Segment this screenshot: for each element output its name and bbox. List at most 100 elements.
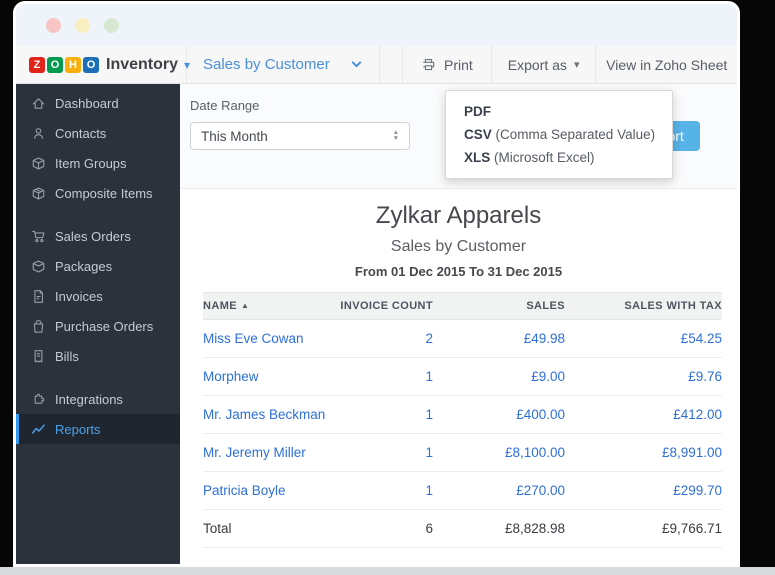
column-header-sales[interactable]: SALES xyxy=(433,293,565,320)
sidebar-item-composite-items[interactable]: Composite Items xyxy=(16,178,180,208)
sales-with-tax-value[interactable]: £8,991.00 xyxy=(565,434,722,472)
zoom-window-button[interactable] xyxy=(104,18,119,33)
person-icon xyxy=(31,126,46,141)
invoice-count-link[interactable]: 1 xyxy=(338,396,433,434)
sales-value[interactable]: £400.00 xyxy=(433,396,565,434)
invoice-count-link[interactable]: 1 xyxy=(338,358,433,396)
sidebar-item-contacts[interactable]: Contacts xyxy=(16,118,180,148)
date-range-select[interactable]: This Month ▲▼ xyxy=(190,122,410,150)
export-as-label: Export as xyxy=(508,57,567,73)
bag-icon xyxy=(31,319,46,334)
home-icon xyxy=(31,96,46,111)
sidebar-item-label: Packages xyxy=(55,259,112,274)
chevron-down-icon xyxy=(350,58,363,71)
product-name: Inventory xyxy=(106,56,178,74)
sidebar-item-reports[interactable]: Reports xyxy=(16,414,180,444)
export-menu-item-pdf[interactable]: PDF xyxy=(446,100,672,123)
export-format-description: (Microsoft Excel) xyxy=(490,150,594,165)
total-sales-with-tax: £9,766.71 xyxy=(565,510,722,548)
export-menu-item-xls[interactable]: XLS (Microsoft Excel) xyxy=(446,146,672,169)
app-window: Z O H O Inventory ▾ Sales by Customer Pr… xyxy=(13,1,740,567)
sales-value[interactable]: £49.98 xyxy=(433,320,565,358)
zoho-inventory-logo[interactable]: Z O H O Inventory ▾ xyxy=(16,46,187,83)
sales-value[interactable]: £8,100.00 xyxy=(433,434,565,472)
document-icon xyxy=(31,289,46,304)
customer-name-link[interactable]: Morphew xyxy=(203,358,338,396)
column-header-sales-with-tax[interactable]: SALES WITH TAX xyxy=(565,293,722,320)
sales-value[interactable]: £270.00 xyxy=(433,472,565,510)
total-sales: £8,828.98 xyxy=(433,510,565,548)
sidebar-item-packages[interactable]: Packages xyxy=(16,251,180,281)
print-label: Print xyxy=(444,57,473,73)
select-stepper-icon: ▲▼ xyxy=(393,130,399,142)
customer-name-link[interactable]: Patricia Boyle xyxy=(203,472,338,510)
customer-name-link[interactable]: Miss Eve Cowan xyxy=(203,320,338,358)
sidebar-item-integrations[interactable]: Integrations xyxy=(16,384,180,414)
report-picker-dropdown[interactable]: Sales by Customer xyxy=(187,46,380,83)
invoice-count-link[interactable]: 1 xyxy=(338,472,433,510)
sidebar-item-label: Invoices xyxy=(55,289,103,304)
customer-name-link[interactable]: Mr. Jeremy Miller xyxy=(203,434,338,472)
customer-name-link[interactable]: Mr. James Beckman xyxy=(203,396,338,434)
cart-icon xyxy=(31,229,46,244)
sidebar-item-dashboard[interactable]: Dashboard xyxy=(16,88,180,118)
table-row: Miss Eve Cowan 2 £49.98 £54.25 xyxy=(203,320,722,358)
sidebar-item-invoices[interactable]: Invoices xyxy=(16,281,180,311)
zoho-tile: H xyxy=(65,57,81,73)
export-menu-item-csv[interactable]: CSV (Comma Separated Value) xyxy=(446,123,672,146)
caret-down-icon: ▾ xyxy=(574,58,580,71)
receipt-icon xyxy=(31,349,46,364)
window-titlebar xyxy=(16,4,737,46)
export-format-name: CSV xyxy=(464,127,492,142)
zoho-tile: O xyxy=(47,57,63,73)
sidebar-item-label: Bills xyxy=(55,349,79,364)
sales-with-tax-value[interactable]: £9.76 xyxy=(565,358,722,396)
sales-value[interactable]: £9.00 xyxy=(433,358,565,396)
sort-ascending-icon: ▲ xyxy=(241,301,249,310)
report-company-name: Zylkar Apparels xyxy=(180,202,737,230)
invoice-count-link[interactable]: 2 xyxy=(338,320,433,358)
bottom-band xyxy=(0,567,775,575)
sidebar-item-bills[interactable]: Bills xyxy=(16,341,180,371)
sidebar-item-label: Purchase Orders xyxy=(55,319,153,334)
total-label: Total xyxy=(203,510,338,548)
table-row: Morphew 1 £9.00 £9.76 xyxy=(203,358,722,396)
sidebar-item-label: Integrations xyxy=(55,392,123,407)
report-area: Zylkar Apparels Sales by Customer From 0… xyxy=(180,189,737,564)
table-total-row: Total 6 £8,828.98 £9,766.71 xyxy=(203,510,722,548)
app-header: Z O H O Inventory ▾ Sales by Customer Pr… xyxy=(16,46,737,84)
export-as-button[interactable]: Export as ▾ xyxy=(491,46,596,83)
box-icon xyxy=(31,156,46,171)
sidebar-item-label: Reports xyxy=(55,422,101,437)
sidebar-item-purchase-orders[interactable]: Purchase Orders xyxy=(16,311,180,341)
sales-with-tax-value[interactable]: £299.70 xyxy=(565,472,722,510)
export-format-name: XLS xyxy=(464,150,490,165)
invoice-count-link[interactable]: 1 xyxy=(338,434,433,472)
table-row: Mr. James Beckman 1 £400.00 £412.00 xyxy=(203,396,722,434)
sales-with-tax-value[interactable]: £54.25 xyxy=(565,320,722,358)
table-row: Patricia Boyle 1 £270.00 £299.70 xyxy=(203,472,722,510)
sidebar-item-sales-orders[interactable]: Sales Orders xyxy=(16,221,180,251)
sidebar-item-label: Contacts xyxy=(55,126,106,141)
zoho-tile: O xyxy=(83,57,99,73)
print-button[interactable]: Print xyxy=(402,46,491,83)
table-header-row: NAME▲ INVOICE COUNT SALES SALES WITH TAX xyxy=(203,293,722,320)
export-menu: PDF CSV (Comma Separated Value) XLS (Mic… xyxy=(445,90,673,179)
toolbar-spacer xyxy=(380,46,402,83)
zoho-tile: Z xyxy=(29,57,45,73)
column-header-name[interactable]: NAME▲ xyxy=(203,293,338,320)
close-window-button[interactable] xyxy=(46,18,61,33)
sidebar-item-label: Sales Orders xyxy=(55,229,131,244)
sales-with-tax-value[interactable]: £412.00 xyxy=(565,396,722,434)
view-in-zoho-sheet-label: View in Zoho Sheet xyxy=(606,57,727,73)
export-format-description: (Comma Separated Value) xyxy=(492,127,655,142)
zoho-logo-icon: Z O H O xyxy=(29,57,99,73)
column-header-invoice-count[interactable]: INVOICE COUNT xyxy=(338,293,433,320)
minimize-window-button[interactable] xyxy=(75,18,90,33)
view-in-zoho-sheet-button[interactable]: View in Zoho Sheet xyxy=(595,46,737,83)
chart-line-icon xyxy=(31,422,46,437)
report-title: Sales by Customer xyxy=(180,238,737,256)
sidebar-item-item-groups[interactable]: Item Groups xyxy=(16,148,180,178)
printer-icon xyxy=(421,57,436,72)
date-range-value: This Month xyxy=(201,129,268,144)
